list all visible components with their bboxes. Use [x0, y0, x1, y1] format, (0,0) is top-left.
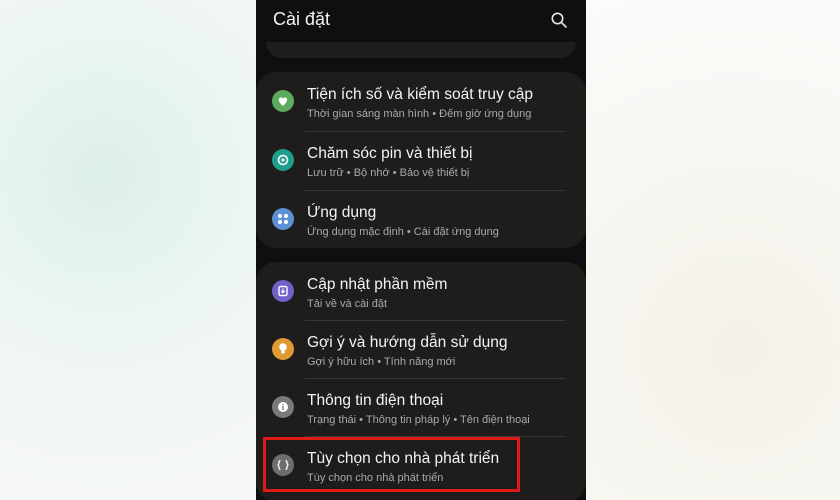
item-subtitle: Ứng dụng mặc định • Cài đặt ứng dụng [307, 226, 499, 238]
item-title: Cập nhật phần mềm [307, 276, 448, 293]
background-left [0, 0, 256, 500]
tips-icon [272, 338, 294, 360]
settings-item-apps[interactable]: Ứng dụng Ứng dụng mặc định • Cài đặt ứng… [256, 190, 586, 248]
settings-header: Cài đặt [256, 0, 586, 42]
settings-item-software-update[interactable]: Cập nhật phần mềm Tải về và cài đặt [256, 262, 586, 320]
item-subtitle: Gợi ý hữu ích • Tính năng mới [307, 356, 456, 368]
item-title: Chăm sóc pin và thiết bị [307, 145, 473, 162]
item-title: Ứng dụng [307, 204, 377, 221]
settings-item-digital-wellbeing[interactable]: Tiện ích số và kiểm soát truy cập Thời g… [256, 72, 586, 130]
settings-item-about-phone[interactable]: Thông tin điện thoại Trạng thái • Thông … [256, 378, 586, 436]
item-subtitle: Thời gian sáng màn hình • Đếm giờ ứng dụ… [307, 108, 532, 120]
settings-group-1: Tiện ích số và kiểm soát truy cập Thời g… [256, 72, 586, 248]
device-care-icon [272, 149, 294, 171]
about-phone-icon [272, 396, 294, 418]
phone-screen: Cài đặt Tiện ích số và kiểm soát truy cậ… [256, 0, 586, 500]
search-icon[interactable] [550, 11, 568, 29]
settings-item-device-care[interactable]: Chăm sóc pin và thiết bị Lưu trữ • Bộ nh… [256, 131, 586, 189]
background-right [586, 0, 840, 500]
highlight-box [263, 437, 520, 492]
item-title: Tiện ích số và kiểm soát truy cập [307, 86, 533, 103]
previous-card-edge [266, 42, 576, 58]
item-subtitle: Tải về và cài đặt [307, 298, 388, 310]
item-title: Thông tin điện thoại [307, 392, 444, 409]
item-subtitle: Lưu trữ • Bộ nhớ • Bảo vệ thiết bị [307, 167, 470, 179]
apps-icon [272, 208, 294, 230]
item-subtitle: Trạng thái • Thông tin pháp lý • Tên điệ… [307, 414, 530, 426]
digital-wellbeing-icon [272, 90, 294, 112]
page-title: Cài đặt [273, 9, 331, 29]
item-title: Gợi ý và hướng dẫn sử dụng [307, 334, 508, 351]
software-update-icon [272, 280, 294, 302]
settings-item-tips[interactable]: Gợi ý và hướng dẫn sử dụng Gợi ý hữu ích… [256, 320, 586, 378]
